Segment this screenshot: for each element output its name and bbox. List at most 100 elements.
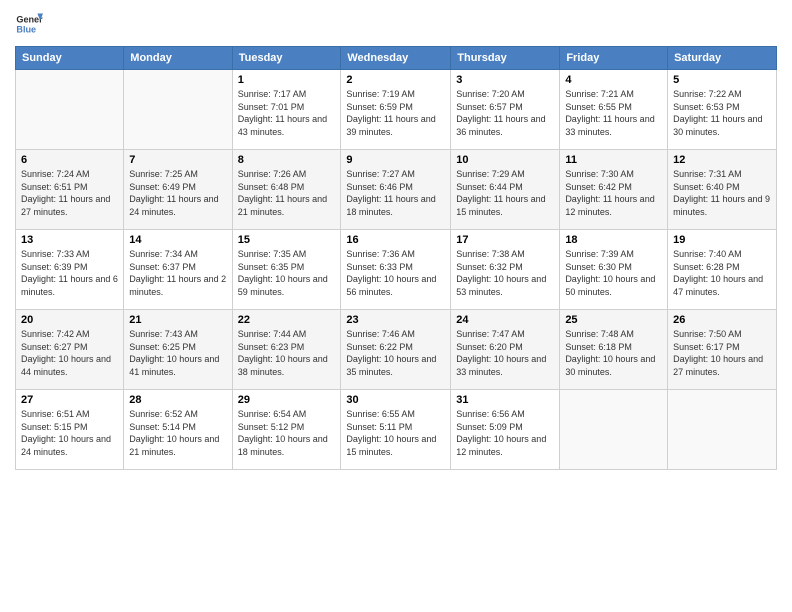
calendar-cell: 15 Sunrise: 7:35 AM Sunset: 6:35 PM Dayli… [232, 230, 341, 310]
calendar-cell: 6Sunrise: 7:24 AM Sunset: 6:51 PM Daylig… [16, 150, 124, 230]
day-info: Sunrise: 7:26 AM Sunset: 6:48 PM Dayligh… [238, 168, 336, 218]
calendar-cell: 22Sunrise: 7:44 AM Sunset: 6:23 PM Dayli… [232, 310, 341, 390]
day-number: 17 [456, 234, 554, 246]
day-of-week-header: Saturday [668, 47, 777, 70]
calendar-cell [124, 70, 232, 150]
day-info: Sunrise: 7:43 AM Sunset: 6:25 PM Dayligh… [129, 328, 226, 378]
day-number: 31 [456, 394, 554, 406]
day-of-week-header: Friday [560, 47, 668, 70]
day-info: Sunrise: 7:22 AM Sunset: 6:53 PM Dayligh… [673, 88, 771, 138]
calendar-cell: 8 Sunrise: 7:26 AM Sunset: 6:48 PM Daylig… [232, 150, 341, 230]
day-info: Sunrise: 6:52 AM Sunset: 5:14 PM Dayligh… [129, 408, 226, 458]
day-number: 3 [456, 74, 554, 86]
day-info: Sunrise: 7:33 AM Sunset: 6:39 PM Dayligh… [21, 248, 118, 298]
calendar-cell: 3 Sunrise: 7:20 AM Sunset: 6:57 PM Daylig… [451, 70, 560, 150]
day-number: 7 [129, 154, 226, 166]
day-number: 23 [346, 314, 445, 326]
calendar-cell: 10 Sunrise: 7:29 AM Sunset: 6:44 PM Dayli… [451, 150, 560, 230]
day-number: 8 [238, 154, 336, 166]
day-number: 24 [456, 314, 554, 326]
day-info: Sunrise: 6:54 AM Sunset: 5:12 PM Dayligh… [238, 408, 336, 458]
logo-icon: General Blue [15, 10, 43, 38]
calendar-cell: 13 Sunrise: 7:33 AM Sunset: 6:39 PM Dayli… [16, 230, 124, 310]
calendar-cell: 30 Sunrise: 6:55 AM Sunset: 5:11 PM Dayli… [341, 390, 451, 470]
calendar-cell: 28Sunrise: 6:52 AM Sunset: 5:14 PM Dayli… [124, 390, 232, 470]
day-info: Sunrise: 7:36 AM Sunset: 6:33 PM Dayligh… [346, 248, 445, 298]
calendar-cell: 24 Sunrise: 7:47 AM Sunset: 6:20 PM Dayli… [451, 310, 560, 390]
day-number: 16 [346, 234, 445, 246]
calendar-cell [668, 390, 777, 470]
day-number: 18 [565, 234, 662, 246]
calendar-cell: 14Sunrise: 7:34 AM Sunset: 6:37 PM Dayli… [124, 230, 232, 310]
calendar-week-row: 6Sunrise: 7:24 AM Sunset: 6:51 PM Daylig… [16, 150, 777, 230]
day-info: Sunrise: 7:30 AM Sunset: 6:42 PM Dayligh… [565, 168, 662, 218]
day-info: Sunrise: 7:38 AM Sunset: 6:32 PM Dayligh… [456, 248, 554, 298]
day-info: Sunrise: 6:56 AM Sunset: 5:09 PM Dayligh… [456, 408, 554, 458]
day-info: Sunrise: 7:29 AM Sunset: 6:44 PM Dayligh… [456, 168, 554, 218]
day-info: Sunrise: 7:44 AM Sunset: 6:23 PM Dayligh… [238, 328, 336, 378]
logo: General Blue [15, 10, 43, 38]
day-info: Sunrise: 7:21 AM Sunset: 6:55 PM Dayligh… [565, 88, 662, 138]
calendar-cell: 9 Sunrise: 7:27 AM Sunset: 6:46 PM Daylig… [341, 150, 451, 230]
day-number: 10 [456, 154, 554, 166]
day-info: Sunrise: 7:25 AM Sunset: 6:49 PM Dayligh… [129, 168, 226, 218]
day-number: 1 [238, 74, 336, 86]
day-info: Sunrise: 6:55 AM Sunset: 5:11 PM Dayligh… [346, 408, 445, 458]
calendar-cell: 31 Sunrise: 6:56 AM Sunset: 5:09 PM Dayli… [451, 390, 560, 470]
calendar-cell: 12Sunrise: 7:31 AM Sunset: 6:40 PM Dayli… [668, 150, 777, 230]
day-number: 11 [565, 154, 662, 166]
calendar-week-row: 13 Sunrise: 7:33 AM Sunset: 6:39 PM Dayli… [16, 230, 777, 310]
calendar-cell [560, 390, 668, 470]
day-info: Sunrise: 7:27 AM Sunset: 6:46 PM Dayligh… [346, 168, 445, 218]
calendar-cell: 2Sunrise: 7:19 AM Sunset: 6:59 PM Daylig… [341, 70, 451, 150]
day-info: Sunrise: 7:35 AM Sunset: 6:35 PM Dayligh… [238, 248, 336, 298]
day-info: Sunrise: 7:20 AM Sunset: 6:57 PM Dayligh… [456, 88, 554, 138]
day-number: 21 [129, 314, 226, 326]
day-number: 4 [565, 74, 662, 86]
day-info: Sunrise: 7:48 AM Sunset: 6:18 PM Dayligh… [565, 328, 662, 378]
day-number: 15 [238, 234, 336, 246]
calendar-cell: 21 Sunrise: 7:43 AM Sunset: 6:25 PM Dayli… [124, 310, 232, 390]
day-info: Sunrise: 7:19 AM Sunset: 6:59 PM Dayligh… [346, 88, 445, 138]
day-info: Sunrise: 7:46 AM Sunset: 6:22 PM Dayligh… [346, 328, 445, 378]
calendar-cell: 20 Sunrise: 7:42 AM Sunset: 6:27 PM Dayli… [16, 310, 124, 390]
calendar-cell: 25 Sunrise: 7:48 AM Sunset: 6:18 PM Dayli… [560, 310, 668, 390]
day-of-week-header: Wednesday [341, 47, 451, 70]
day-number: 27 [21, 394, 118, 406]
day-info: Sunrise: 7:42 AM Sunset: 6:27 PM Dayligh… [21, 328, 118, 378]
day-number: 14 [129, 234, 226, 246]
calendar-cell [16, 70, 124, 150]
calendar-week-row: 1 Sunrise: 7:17 AM Sunset: 7:01 PM Daylig… [16, 70, 777, 150]
day-number: 13 [21, 234, 118, 246]
calendar-week-row: 20 Sunrise: 7:42 AM Sunset: 6:27 PM Dayli… [16, 310, 777, 390]
calendar-cell: 4 Sunrise: 7:21 AM Sunset: 6:55 PM Daylig… [560, 70, 668, 150]
svg-text:Blue: Blue [16, 24, 36, 34]
day-number: 19 [673, 234, 771, 246]
day-number: 25 [565, 314, 662, 326]
calendar-cell: 16 Sunrise: 7:36 AM Sunset: 6:33 PM Dayli… [341, 230, 451, 310]
calendar-week-row: 27 Sunrise: 6:51 AM Sunset: 5:15 PM Dayli… [16, 390, 777, 470]
day-number: 26 [673, 314, 771, 326]
calendar-cell: 17 Sunrise: 7:38 AM Sunset: 6:32 PM Dayli… [451, 230, 560, 310]
day-number: 5 [673, 74, 771, 86]
day-info: Sunrise: 7:50 AM Sunset: 6:17 PM Dayligh… [673, 328, 771, 378]
header: General Blue [15, 10, 777, 38]
day-info: Sunrise: 6:51 AM Sunset: 5:15 PM Dayligh… [21, 408, 118, 458]
day-info: Sunrise: 7:39 AM Sunset: 6:30 PM Dayligh… [565, 248, 662, 298]
calendar-cell: 5 Sunrise: 7:22 AM Sunset: 6:53 PM Daylig… [668, 70, 777, 150]
calendar-cell: 1 Sunrise: 7:17 AM Sunset: 7:01 PM Daylig… [232, 70, 341, 150]
day-info: Sunrise: 7:31 AM Sunset: 6:40 PM Dayligh… [673, 168, 771, 218]
calendar-cell: 18 Sunrise: 7:39 AM Sunset: 6:30 PM Dayli… [560, 230, 668, 310]
day-of-week-header: Tuesday [232, 47, 341, 70]
day-info: Sunrise: 7:17 AM Sunset: 7:01 PM Dayligh… [238, 88, 336, 138]
day-number: 6 [21, 154, 118, 166]
day-number: 20 [21, 314, 118, 326]
calendar-header-row: SundayMondayTuesdayWednesdayThursdayFrid… [16, 47, 777, 70]
calendar-cell: 11 Sunrise: 7:30 AM Sunset: 6:42 PM Dayli… [560, 150, 668, 230]
day-info: Sunrise: 7:47 AM Sunset: 6:20 PM Dayligh… [456, 328, 554, 378]
day-number: 29 [238, 394, 336, 406]
day-number: 30 [346, 394, 445, 406]
day-of-week-header: Thursday [451, 47, 560, 70]
day-number: 9 [346, 154, 445, 166]
calendar-cell: 26 Sunrise: 7:50 AM Sunset: 6:17 PM Dayli… [668, 310, 777, 390]
